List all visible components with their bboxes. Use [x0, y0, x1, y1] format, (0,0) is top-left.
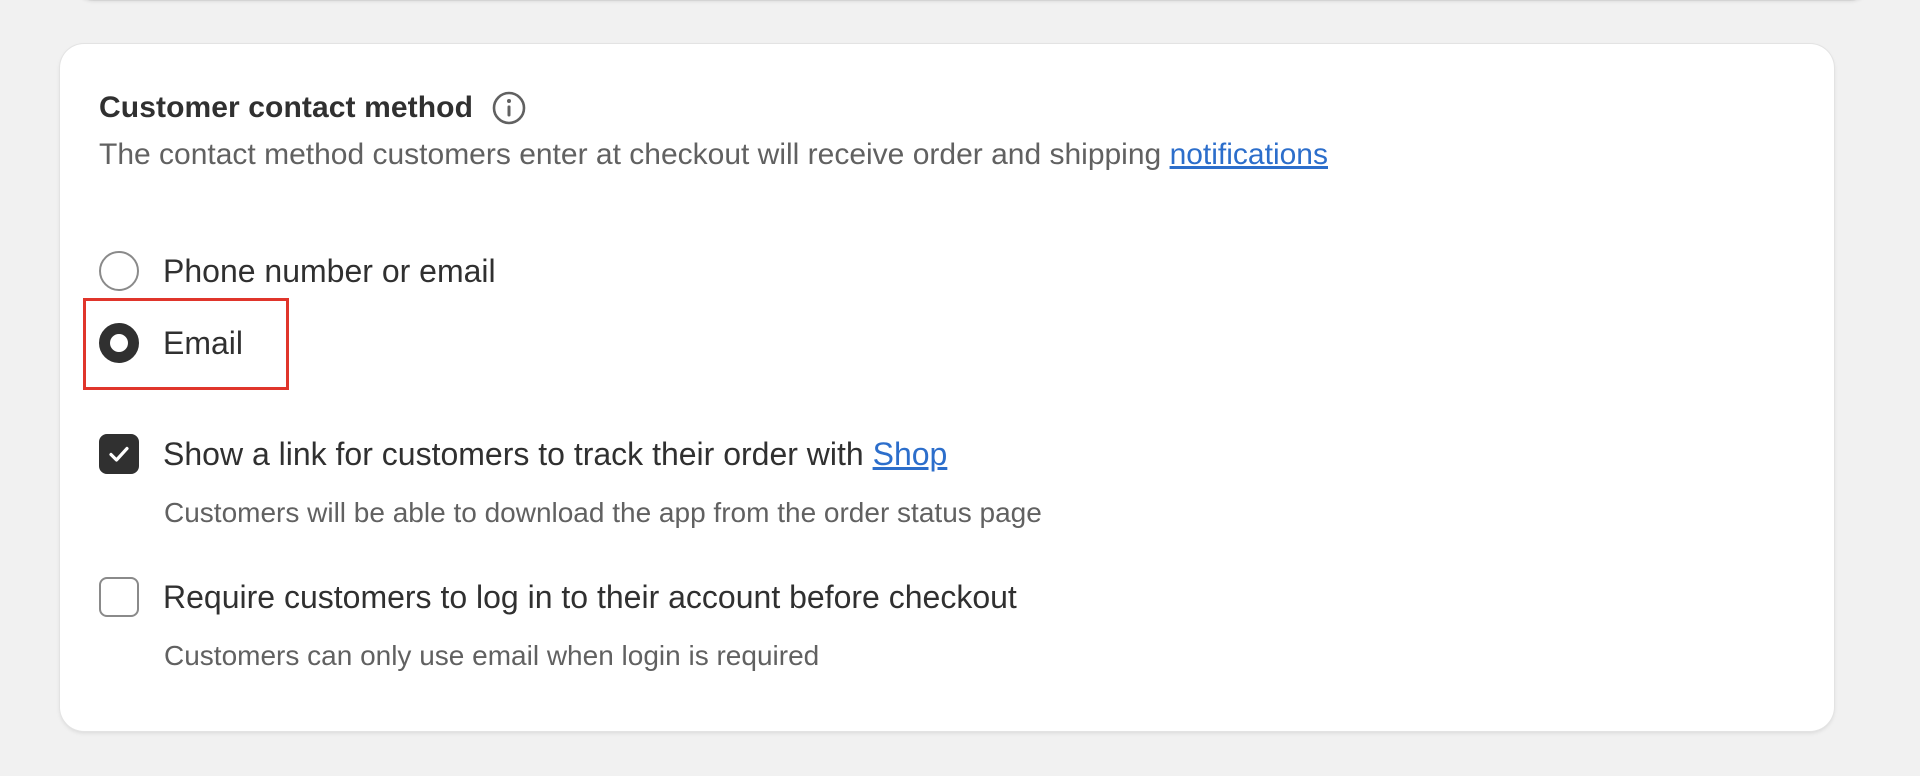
- section-header: Customer contact method: [99, 88, 527, 128]
- option-phone-or-email[interactable]: Phone number or email: [99, 249, 496, 293]
- notifications-link[interactable]: notifications: [1170, 138, 1328, 171]
- shop-tracking-setting[interactable]: Show a link for customers to track their…: [99, 432, 947, 476]
- phone-or-email-label: Phone number or email: [163, 252, 496, 289]
- section-title: Customer contact method: [99, 91, 474, 124]
- section-description: The contact method customers enter at ch…: [99, 138, 1328, 172]
- require-login-help-text: Customers can only use email when login …: [164, 640, 820, 671]
- shop-tracking-help-text: Customers will be able to download the a…: [164, 497, 1042, 528]
- require-login-label: Require customers to log in to their acc…: [163, 578, 1017, 615]
- phone-or-email-radio[interactable]: [99, 251, 139, 291]
- shop-link[interactable]: Shop: [873, 436, 948, 472]
- description-text: The contact method customers enter at ch…: [99, 138, 1170, 171]
- require-login-setting[interactable]: Require customers to log in to their acc…: [99, 575, 1017, 619]
- require-login-checkbox[interactable]: [99, 577, 139, 617]
- checkmark-icon: [109, 446, 129, 462]
- option-email[interactable]: Email: [99, 321, 243, 365]
- shop-tracking-label: Show a link for customers to track their…: [163, 436, 947, 473]
- info-icon[interactable]: [491, 90, 527, 126]
- shop-tracking-checkbox[interactable]: [99, 434, 139, 474]
- email-label: Email: [163, 324, 244, 361]
- shop-tracking-text: Show a link for customers to track their…: [163, 435, 873, 472]
- email-radio[interactable]: [99, 323, 139, 363]
